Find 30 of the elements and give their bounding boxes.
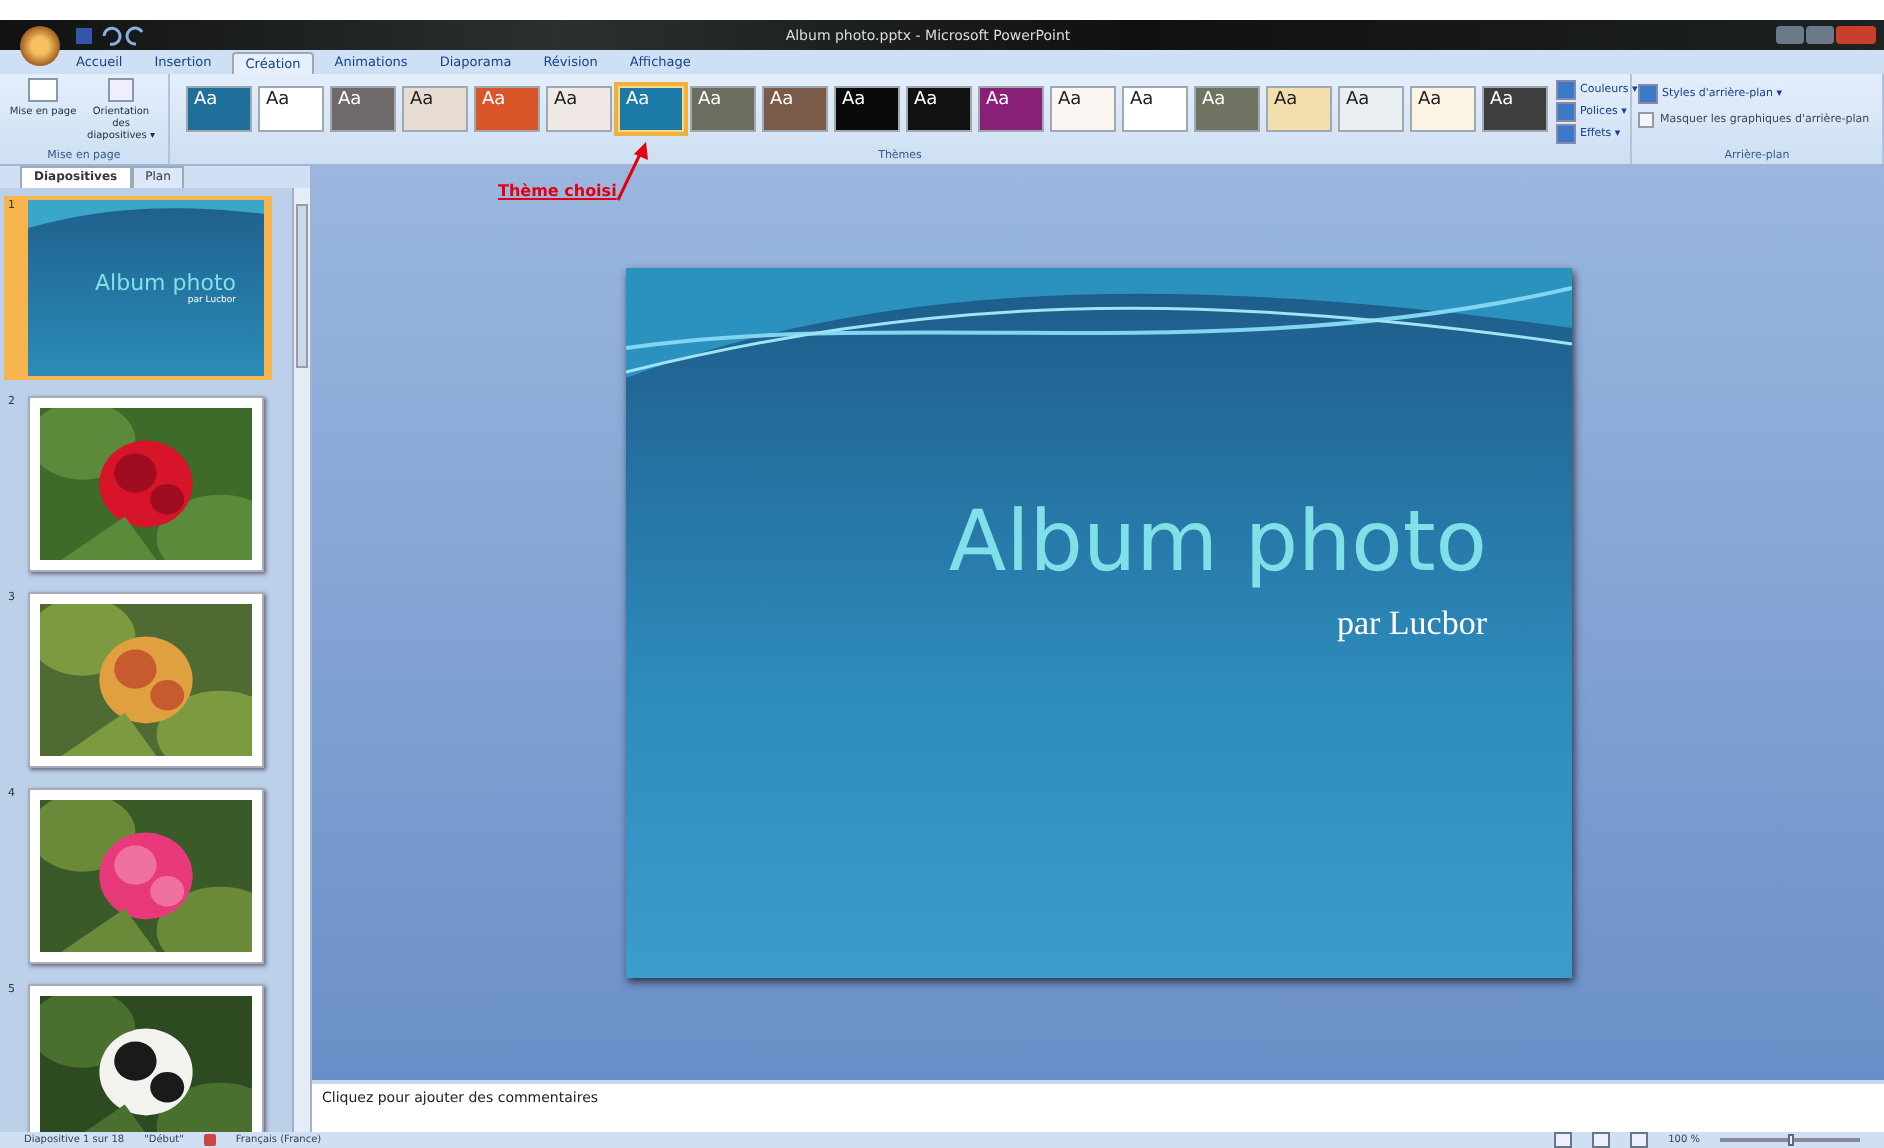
theme-thumbnail[interactable]: Aa [402,86,468,132]
annotation-text: Thème choisi [498,182,617,200]
zoom-slider-thumb[interactable] [1788,1134,1794,1146]
theme-thumbnail[interactable]: Aa [1050,86,1116,132]
theme-thumbnail[interactable]: Aa [618,86,684,132]
theme-thumbnail[interactable]: Aa [258,86,324,132]
theme-thumbnail[interactable]: Aa [762,86,828,132]
office-button[interactable] [20,25,60,65]
theme-thumbnail[interactable]: Aa [978,86,1044,132]
theme-thumbnail[interactable]: Aa [1410,86,1476,132]
theme-thumbnail[interactable]: Aa [186,86,252,132]
theme-thumbnail[interactable]: Aa [1338,86,1404,132]
slide-title: Album photo [95,270,236,296]
maximize-button[interactable] [1806,26,1834,44]
theme-thumbnail[interactable]: Aa [1194,86,1260,132]
theme-thumbnail[interactable]: Aa [474,86,540,132]
spelling-icon [203,1134,216,1146]
theme-thumbnail[interactable]: Aa [1122,86,1188,132]
theme-thumbnail[interactable]: Aa [690,86,756,132]
slide-subtitle: par Lucbor [1336,604,1487,644]
theme-thumbnail[interactable]: Aa [906,86,972,132]
minimize-button[interactable] [1776,26,1804,44]
theme-thumbnail[interactable]: Aa [1482,86,1548,132]
theme-thumbnail[interactable]: Aa [330,86,396,132]
theme-thumbnail[interactable]: Aa [834,86,900,132]
checkbox[interactable] [1638,112,1654,128]
theme-thumbnail[interactable]: Aa [546,86,612,132]
scroll-bar[interactable] [292,188,310,1132]
theme-thumbnail[interactable]: Aa [1266,86,1332,132]
slide-title: Album photo [948,492,1487,592]
